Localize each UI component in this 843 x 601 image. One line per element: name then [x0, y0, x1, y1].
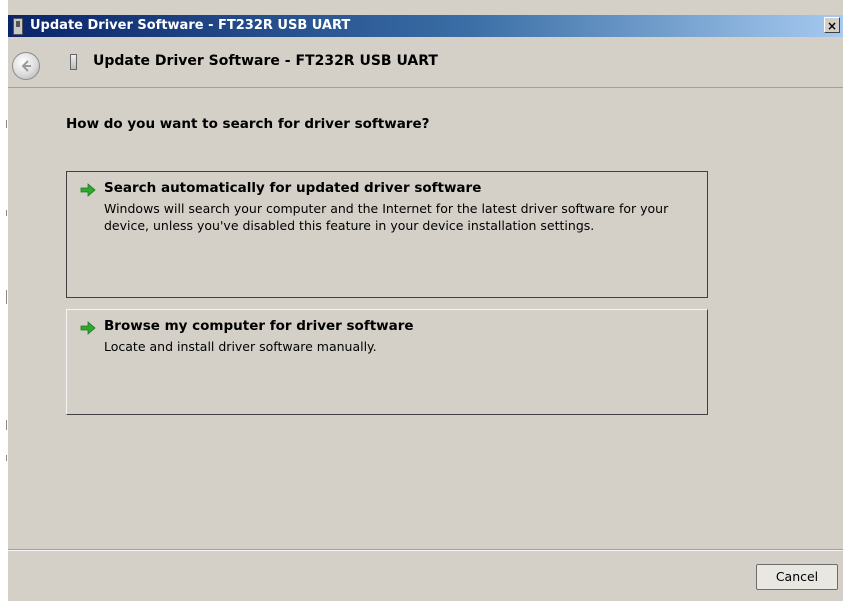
footer-divider	[8, 549, 843, 551]
wizard-header: Update Driver Software - FT232R USB UART	[8, 37, 843, 88]
background-desktop-strip	[0, 0, 8, 601]
usb-device-icon	[70, 54, 77, 70]
header-title: Update Driver Software - FT232R USB UART	[93, 53, 438, 69]
option-title: Browse my computer for driver software	[104, 318, 414, 334]
window-titlebar[interactable]: Update Driver Software - FT232R USB UART…	[8, 15, 843, 37]
search-automatically-option[interactable]: Search automatically for updated driver …	[66, 171, 708, 298]
back-button[interactable]	[12, 52, 40, 80]
browse-computer-option[interactable]: Browse my computer for driver software L…	[66, 309, 708, 415]
back-arrow-icon	[21, 60, 31, 72]
green-arrow-icon	[80, 321, 96, 335]
device-manager-icon	[13, 18, 23, 35]
option-description: Locate and install driver software manua…	[104, 339, 377, 354]
option-title: Search automatically for updated driver …	[104, 180, 482, 196]
option-description: Windows will search your computer and th…	[104, 201, 669, 233]
cancel-button[interactable]: Cancel	[756, 564, 838, 590]
close-button[interactable]: ×	[824, 17, 840, 33]
green-arrow-icon	[80, 183, 96, 197]
question-heading: How do you want to search for driver sof…	[66, 116, 430, 132]
window-title: Update Driver Software - FT232R USB UART	[30, 18, 351, 33]
